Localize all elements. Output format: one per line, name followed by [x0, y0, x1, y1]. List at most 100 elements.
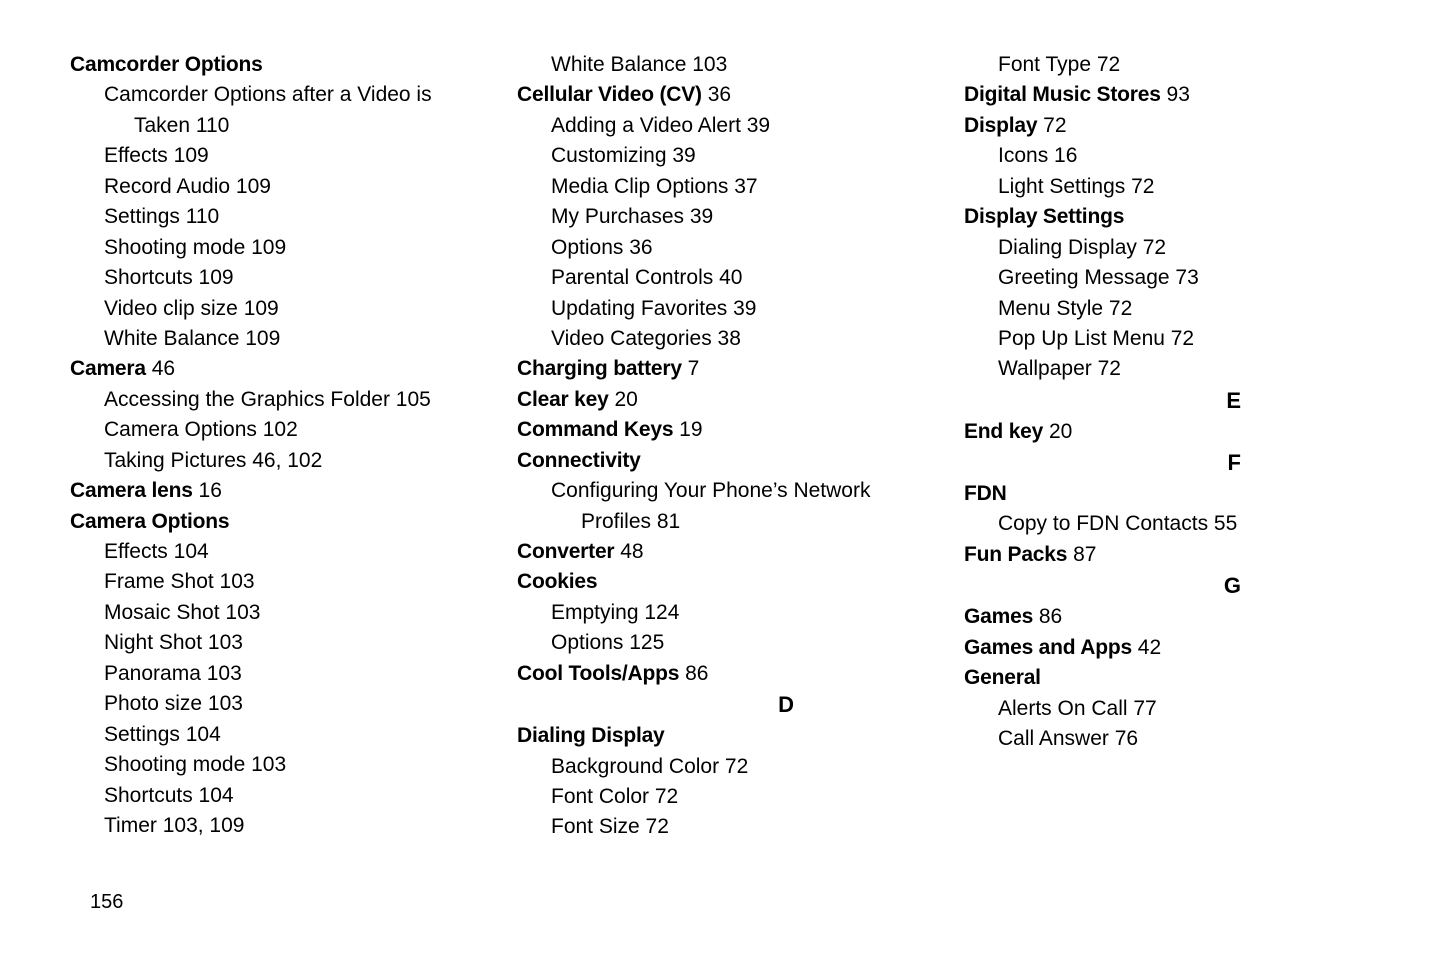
index-subentry: Alerts On Call 77 [964, 694, 1361, 724]
index-subentry: Effects 104 [70, 537, 467, 567]
index-subentry: Options 125 [517, 628, 914, 658]
index-subentry: Night Shot 103 [70, 628, 467, 658]
index-heading-page: 86 [679, 662, 708, 685]
index-subentry: Options 36 [517, 233, 914, 263]
index-heading: FDN [964, 479, 1361, 509]
index-heading-term: Camera Options [70, 510, 229, 533]
index-heading-term: Converter [517, 540, 614, 563]
index-subentry: My Purchases 39 [517, 202, 914, 232]
index-section-letter: G [964, 570, 1361, 602]
index-heading: Camcorder Options [70, 50, 467, 80]
index-subentry: Call Answer 76 [964, 724, 1361, 754]
index-subentry: Record Audio 109 [70, 172, 467, 202]
index-subentry: Pop Up List Menu 72 [964, 324, 1361, 354]
index-subentry: White Balance 103 [517, 50, 914, 80]
index-heading-term: Cool Tools/Apps [517, 662, 679, 685]
index-heading-page: 36 [702, 83, 731, 106]
index-heading-term: Charging battery [517, 357, 682, 380]
index-heading-page: 48 [614, 540, 643, 563]
index-subentry: Settings 104 [70, 720, 467, 750]
index-subentry: Media Clip Options 37 [517, 172, 914, 202]
index-heading: Fun Packs 87 [964, 540, 1361, 570]
index-heading-term: Display [964, 114, 1037, 137]
index-heading: Converter 48 [517, 537, 914, 567]
index-subentry: Video clip size 109 [70, 294, 467, 324]
index-heading-page: 93 [1161, 83, 1190, 106]
index-subentry: Configuring Your Phone’s Network [517, 476, 914, 506]
index-subentry: Frame Shot 103 [70, 567, 467, 597]
index-heading-page: 72 [1037, 114, 1066, 137]
index-heading: Display Settings [964, 202, 1361, 232]
index-heading-page: 16 [193, 479, 222, 502]
index-heading: Games and Apps 42 [964, 633, 1361, 663]
index-subentry: Emptying 124 [517, 598, 914, 628]
index-subentry: Adding a Video Alert 39 [517, 111, 914, 141]
index-subentry: White Balance 109 [70, 324, 467, 354]
index-subentry: Customizing 39 [517, 141, 914, 171]
index-heading-page: 87 [1067, 543, 1096, 566]
index-heading-term: Cookies [517, 570, 597, 593]
index-subentry: Menu Style 72 [964, 294, 1361, 324]
index-heading: Charging battery 7 [517, 354, 914, 384]
index-subentry: Wallpaper 72 [964, 354, 1361, 384]
index-subentry: Taking Pictures 46, 102 [70, 446, 467, 476]
index-subentry: Dialing Display 72 [964, 233, 1361, 263]
index-subentry: Camcorder Options after a Video is [70, 80, 467, 110]
index-heading-page: 20 [1043, 420, 1072, 443]
index-subentry: Font Type 72 [964, 50, 1361, 80]
index-heading-term: Clear key [517, 388, 609, 411]
index-heading: Cellular Video (CV) 36 [517, 80, 914, 110]
index-heading-page: 46 [146, 357, 175, 380]
page-number: 156 [90, 891, 123, 914]
index-heading-term: Command Keys [517, 418, 673, 441]
index-subentry: Font Size 72 [517, 812, 914, 842]
index-heading-term: Digital Music Stores [964, 83, 1161, 106]
index-heading-page: 19 [673, 418, 702, 441]
index-subentry: Camera Options 102 [70, 415, 467, 445]
index-subentry: Mosaic Shot 103 [70, 598, 467, 628]
index-heading: Camera Options [70, 507, 467, 537]
index-subentry: Settings 110 [70, 202, 467, 232]
index-heading: Games 86 [964, 602, 1361, 632]
index-heading: End key 20 [964, 417, 1361, 447]
index-subentry: Shooting mode 109 [70, 233, 467, 263]
index-heading: Display 72 [964, 111, 1361, 141]
index-subentry: Shortcuts 104 [70, 781, 467, 811]
index-heading-page: 86 [1033, 605, 1062, 628]
index-heading: Cookies [517, 567, 914, 597]
index-subentry: Copy to FDN Contacts 55 [964, 509, 1361, 539]
index-heading-term: Display Settings [964, 205, 1124, 228]
index-heading-page: 42 [1132, 636, 1161, 659]
index-subentry-continuation: Profiles 81 [517, 507, 914, 537]
index-heading: Cool Tools/Apps 86 [517, 659, 914, 689]
index-heading: Clear key 20 [517, 385, 914, 415]
index-subentry: Timer 103, 109 [70, 811, 467, 841]
index-subentry: Photo size 103 [70, 689, 467, 719]
index-heading: Camera 46 [70, 354, 467, 384]
index-subentry: Background Color 72 [517, 752, 914, 782]
index-heading-term: Dialing Display [517, 724, 665, 747]
index-heading: Connectivity [517, 446, 914, 476]
index-columns: Camcorder Options Camcorder Options after… [70, 50, 1361, 860]
index-subentry-continuation: Taken 110 [70, 111, 467, 141]
index-heading-term: Connectivity [517, 449, 641, 472]
index-heading-term: Games [964, 605, 1033, 628]
index-subentry: Parental Controls 40 [517, 263, 914, 293]
index-subentry: Icons 16 [964, 141, 1361, 171]
index-heading-page: 7 [682, 357, 700, 380]
index-heading-term: Cellular Video (CV) [517, 83, 702, 106]
index-subentry: Video Categories 38 [517, 324, 914, 354]
index-heading: Camera lens 16 [70, 476, 467, 506]
index-heading-term: End key [964, 420, 1043, 443]
index-heading-term: Games and Apps [964, 636, 1132, 659]
index-heading-term: Fun Packs [964, 543, 1067, 566]
index-subentry: Greeting Message 73 [964, 263, 1361, 293]
index-subentry: Shortcuts 109 [70, 263, 467, 293]
index-heading-term: Camera [70, 357, 146, 380]
index-heading-term: Camcorder Options [70, 53, 263, 76]
index-heading-page: 20 [609, 388, 638, 411]
index-heading-term: FDN [964, 482, 1007, 505]
index-heading: Dialing Display [517, 721, 914, 751]
index-heading: Digital Music Stores 93 [964, 80, 1361, 110]
index-subentry: Shooting mode 103 [70, 750, 467, 780]
